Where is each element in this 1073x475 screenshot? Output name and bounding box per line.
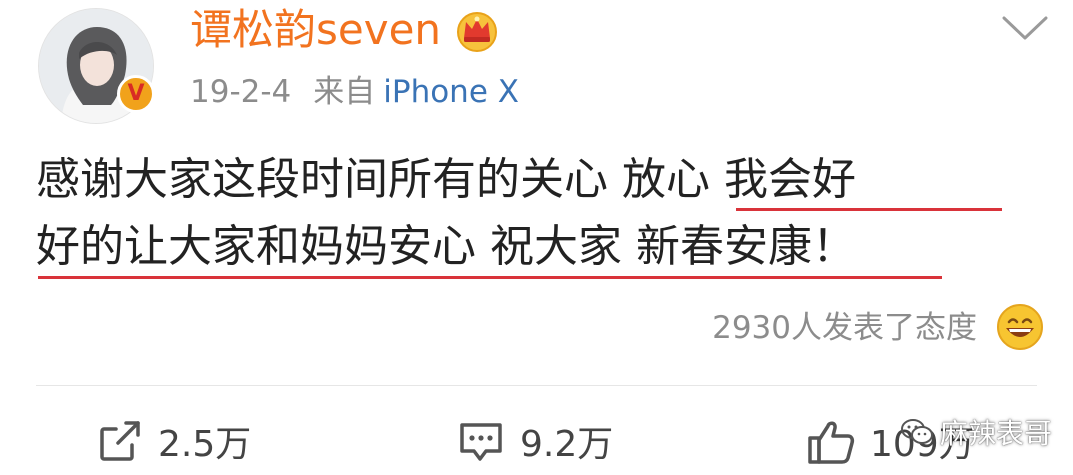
watermark: 麻辣表哥 (900, 410, 1052, 454)
verified-badge-label: V (127, 81, 145, 106)
device-link[interactable]: iPhone X (383, 74, 519, 110)
share-icon (100, 421, 140, 461)
source-prefix: 来自 (313, 74, 376, 110)
highlight-underline-2 (38, 276, 942, 279)
post-line-2: 好的让大家和妈妈安心 祝大家 新春安康！ (36, 221, 856, 272)
crown-icon (457, 12, 497, 52)
comment-count: 9.2万 (520, 424, 614, 465)
post-line-1-highlight: 放心 我会好 (622, 154, 856, 205)
repost-button[interactable]: 2.5万 (96, 414, 251, 468)
username[interactable]: 谭松韵seven (190, 2, 441, 58)
action-divider (36, 385, 1037, 386)
highlight-underline-1 (736, 208, 1002, 211)
post-line-1: 感谢大家这段时间所有的关心 放心 我会好 (36, 146, 1046, 213)
comment-icon (460, 423, 502, 461)
thumbs-up-icon (808, 421, 855, 464)
post-text: 感谢大家这段时间所有的关心 放心 我会好 好的让大家和妈妈安心 祝大家 新春安康… (36, 146, 1046, 280)
chevron-down-icon[interactable] (1000, 14, 1050, 44)
comment-button[interactable]: 9.2万 (456, 414, 613, 468)
grinning-emoji-icon[interactable] (995, 302, 1045, 352)
watermark-text: 麻辣表哥 (940, 417, 1053, 450)
wechat-icon (901, 419, 933, 444)
reaction-summary[interactable]: 2930人发表了态度 (712, 306, 977, 350)
post-meta: 19-2-4 来自 iPhone X (190, 70, 519, 114)
post-line-1-plain: 感谢大家这段时间所有的关心 (36, 154, 622, 205)
verified-badge: V (117, 75, 155, 113)
repost-count: 2.5万 (158, 424, 252, 465)
post-date: 19-2-4 (190, 74, 292, 110)
